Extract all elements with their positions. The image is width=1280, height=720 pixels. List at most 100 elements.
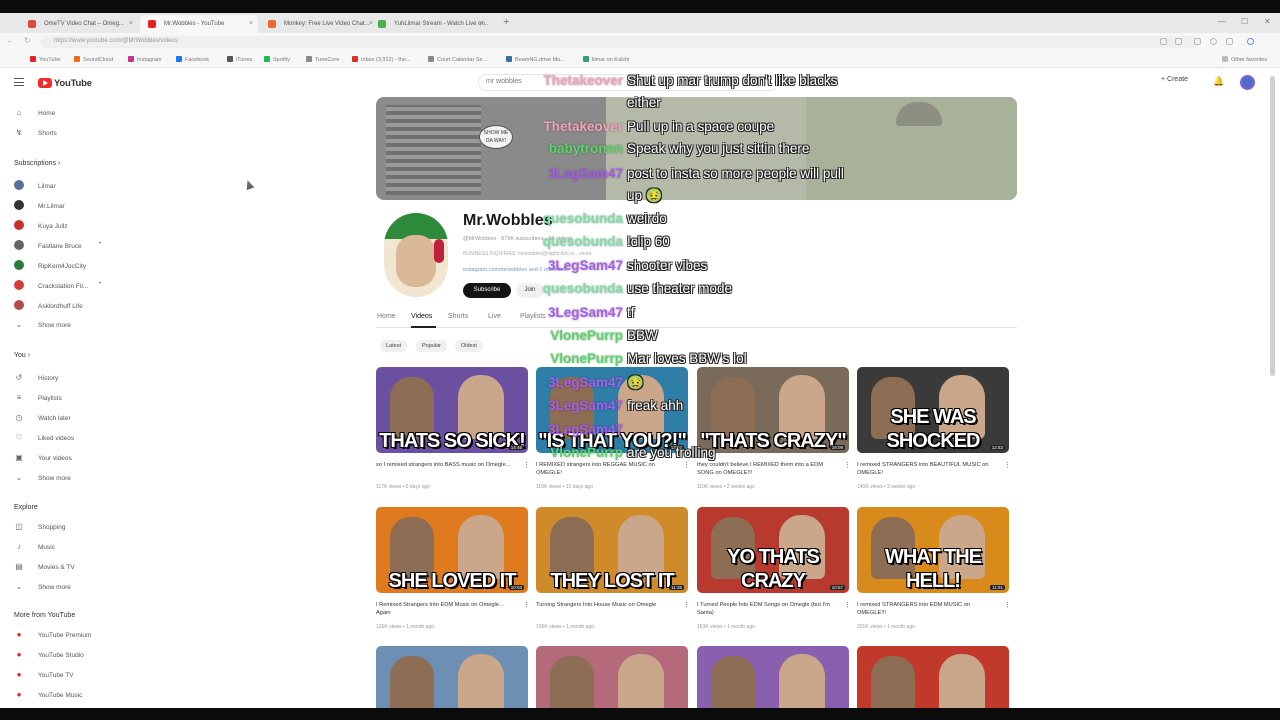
sidebar-item-you[interactable]: ≡ Playlists bbox=[14, 393, 62, 402]
address-bar[interactable] bbox=[40, 36, 1200, 48]
bookmark-item[interactable]: Instagram bbox=[128, 56, 161, 63]
sidebar-subscription[interactable]: Asklordhuff Life bbox=[14, 300, 83, 310]
video-thumbnail[interactable]: THEY LOST IT 11:35 bbox=[536, 507, 688, 593]
sidebar-subscription[interactable]: Lilmar bbox=[14, 180, 56, 190]
sidebar-item-more[interactable]: ● YouTube Premium bbox=[14, 630, 92, 639]
bookmark-item[interactable]: Spotify bbox=[264, 56, 290, 63]
close-window-icon[interactable]: ✕ bbox=[1264, 14, 1271, 30]
bookmark-item[interactable]: Facebook bbox=[176, 56, 209, 63]
bookmark-item[interactable]: lilmar on Kalshi bbox=[583, 56, 629, 63]
more-from-youtube-heading[interactable]: More from YouTube bbox=[14, 612, 75, 619]
more-options-icon[interactable]: ⋮ bbox=[523, 601, 530, 609]
bookmark-item[interactable]: YouTube bbox=[30, 56, 61, 63]
video-card[interactable]: WHAT THE HELL! 11:51 I remixed STRANGERS i… bbox=[857, 507, 1011, 630]
create-button[interactable]: + Create bbox=[1161, 76, 1188, 83]
sidebar-show-more[interactable]: ⌄ Show more bbox=[14, 473, 71, 482]
video-title[interactable]: I remixed STRANGERS into BEAUTIFUL MUSIC… bbox=[857, 461, 999, 477]
browser-tab[interactable]: YuhLilmar Stream - Watch Live on... × bbox=[370, 15, 488, 33]
sort-chip[interactable]: Latest bbox=[380, 340, 407, 352]
sidebar-show-more[interactable]: ⌄ Show more bbox=[14, 320, 71, 329]
video-card[interactable]: THATS SO SICK! 14:46 so I remixed stranger… bbox=[376, 367, 530, 490]
video-thumbnail[interactable]: SHE WAS SHOCKED 12:53 bbox=[857, 367, 1009, 453]
sidebar-item-home[interactable]: ⌂ Home bbox=[14, 108, 56, 117]
video-thumbnail[interactable]: SHE LOVED IT 10:03 bbox=[376, 507, 528, 593]
more-options-icon[interactable]: ⋮ bbox=[523, 461, 530, 469]
collections-icon[interactable] bbox=[1194, 38, 1201, 45]
tab-close-icon[interactable]: × bbox=[249, 15, 253, 33]
new-tab-button[interactable]: + bbox=[503, 14, 509, 30]
notifications-bell-icon[interactable]: 🔔 bbox=[1213, 76, 1224, 87]
sidebar-subscription[interactable]: Fastlane Bruce • bbox=[14, 240, 101, 250]
channel-tab[interactable]: Home bbox=[377, 313, 396, 320]
sidebar-item-you[interactable]: ◷ Watch later bbox=[14, 413, 71, 422]
sidebar-subscription[interactable]: Crackstation Fil... • bbox=[14, 280, 101, 290]
minimize-icon[interactable]: — bbox=[1218, 14, 1226, 30]
more-menu-icon[interactable] bbox=[1226, 38, 1233, 45]
more-options-icon[interactable]: ⋮ bbox=[844, 601, 851, 609]
more-options-icon[interactable]: ⋮ bbox=[683, 601, 690, 609]
more-options-icon[interactable]: ⋮ bbox=[1004, 601, 1011, 609]
bookmark-item[interactable]: Inbox (3,912) - the... bbox=[352, 56, 411, 63]
video-title[interactable]: I Turned People Into EDM Songs on Omegle… bbox=[697, 601, 839, 617]
sort-chip[interactable]: Oldest bbox=[455, 340, 483, 352]
bookmark-item[interactable]: Court Calendar Se... bbox=[428, 56, 487, 63]
bookmark-item[interactable]: BeamNG.drive Mo... bbox=[506, 56, 565, 63]
sidebar-item-more[interactable]: ● YouTube Music bbox=[14, 690, 83, 699]
sidebar-item-you[interactable]: ▣ Your videos bbox=[14, 453, 72, 462]
sidebar-subscription[interactable]: Mr.Lilmar bbox=[14, 200, 65, 210]
account-avatar[interactable] bbox=[1240, 75, 1255, 90]
sidebar-item-shorts[interactable]: ↯ Shorts bbox=[14, 128, 57, 137]
subscribe-button[interactable]: Subscribe bbox=[463, 283, 511, 298]
tab-close-icon[interactable]: × bbox=[129, 15, 133, 33]
video-card[interactable]: SHE WAS SHOCKED 12:53 I remixed STRANGERS … bbox=[857, 367, 1011, 490]
more-options-icon[interactable]: ⋮ bbox=[1004, 461, 1011, 469]
channel-tab[interactable]: Shorts bbox=[448, 313, 468, 320]
copilot-icon[interactable] bbox=[1247, 38, 1254, 45]
scrollbar[interactable] bbox=[1270, 76, 1275, 376]
sidebar-item-explore[interactable]: ▤ Movies & TV bbox=[14, 562, 75, 571]
youtube-logo-text[interactable]: YouTube bbox=[54, 78, 92, 89]
subscriptions-heading[interactable]: Subscriptions › bbox=[14, 160, 60, 167]
tab-close-icon[interactable]: × bbox=[479, 15, 483, 33]
reader-icon[interactable] bbox=[1160, 38, 1167, 45]
video-card[interactable]: SHE LOVED IT 10:03 I Remixed Strangers Int… bbox=[376, 507, 530, 630]
video-card[interactable]: YO THATS CRAZY 10:57 I Turned People Into … bbox=[697, 507, 851, 630]
sidebar-item-explore[interactable]: ♪ Music bbox=[14, 542, 55, 551]
browser-tab[interactable]: Monkey: Free Live Video Chat... × bbox=[260, 15, 378, 33]
you-heading[interactable]: You › bbox=[14, 352, 30, 359]
profile-icon[interactable] bbox=[1210, 38, 1217, 45]
sidebar-subscription[interactable]: Kuya Jullz bbox=[14, 220, 68, 230]
video-title[interactable]: Turning Strangers Into House Music on Om… bbox=[536, 601, 678, 609]
sidebar-item-more[interactable]: ● YouTube TV bbox=[14, 670, 74, 679]
video-thumbnail[interactable]: WHAT THE HELL! 11:51 bbox=[857, 507, 1009, 593]
bookmark-item[interactable]: iTunes bbox=[227, 56, 252, 63]
channel-tab[interactable]: Live bbox=[488, 313, 501, 320]
sidebar-item-explore[interactable]: ◫ Shopping bbox=[14, 522, 65, 531]
channel-avatar[interactable] bbox=[384, 213, 448, 297]
refresh-icon[interactable]: ↻ bbox=[24, 36, 31, 45]
maximize-icon[interactable]: ☐ bbox=[1241, 14, 1248, 30]
sidebar-item-more[interactable]: ● YouTube Studio bbox=[14, 650, 84, 659]
favorite-star-icon[interactable] bbox=[1175, 38, 1182, 45]
sidebar-show-more[interactable]: ⌄ Show more bbox=[14, 582, 71, 591]
explore-heading[interactable]: Explore bbox=[14, 504, 38, 511]
video-card[interactable]: THEY LOST IT 11:35 Turning Strangers Into … bbox=[536, 507, 690, 630]
browser-tab[interactable]: OmeTV Video Chat – Omeg... × bbox=[20, 15, 138, 33]
sidebar-item-you[interactable]: ♡ Liked videos bbox=[14, 433, 74, 442]
video-title[interactable]: I Remixed Strangers Into EDM Music on Om… bbox=[376, 601, 518, 617]
video-thumbnail[interactable]: THATS SO SICK! 14:46 bbox=[376, 367, 528, 453]
sort-chip[interactable]: Popular bbox=[416, 340, 447, 352]
video-title[interactable]: I remixed STRANGERS into EDM MUSIC on OM… bbox=[857, 601, 999, 617]
menu-icon[interactable] bbox=[14, 78, 24, 86]
channel-tab[interactable]: Videos bbox=[411, 313, 432, 320]
youtube-logo-icon[interactable] bbox=[38, 78, 52, 88]
video-title[interactable]: so I remixed strangers into BASS music o… bbox=[376, 461, 518, 469]
sidebar-subscription[interactable]: RipKent4JocCity bbox=[14, 260, 86, 270]
bookmark-item[interactable]: SoundCloud bbox=[74, 56, 113, 63]
bookmark-item[interactable]: TuneCore bbox=[306, 56, 339, 63]
video-thumbnail[interactable]: YO THATS CRAZY 10:57 bbox=[697, 507, 849, 593]
other-favorites[interactable]: Other favorites bbox=[1222, 56, 1267, 63]
back-icon[interactable]: ← bbox=[6, 36, 14, 45]
browser-tab[interactable]: Mr.Wobbles - YouTube × bbox=[140, 15, 258, 33]
sidebar-item-you[interactable]: ↺ History bbox=[14, 373, 59, 382]
